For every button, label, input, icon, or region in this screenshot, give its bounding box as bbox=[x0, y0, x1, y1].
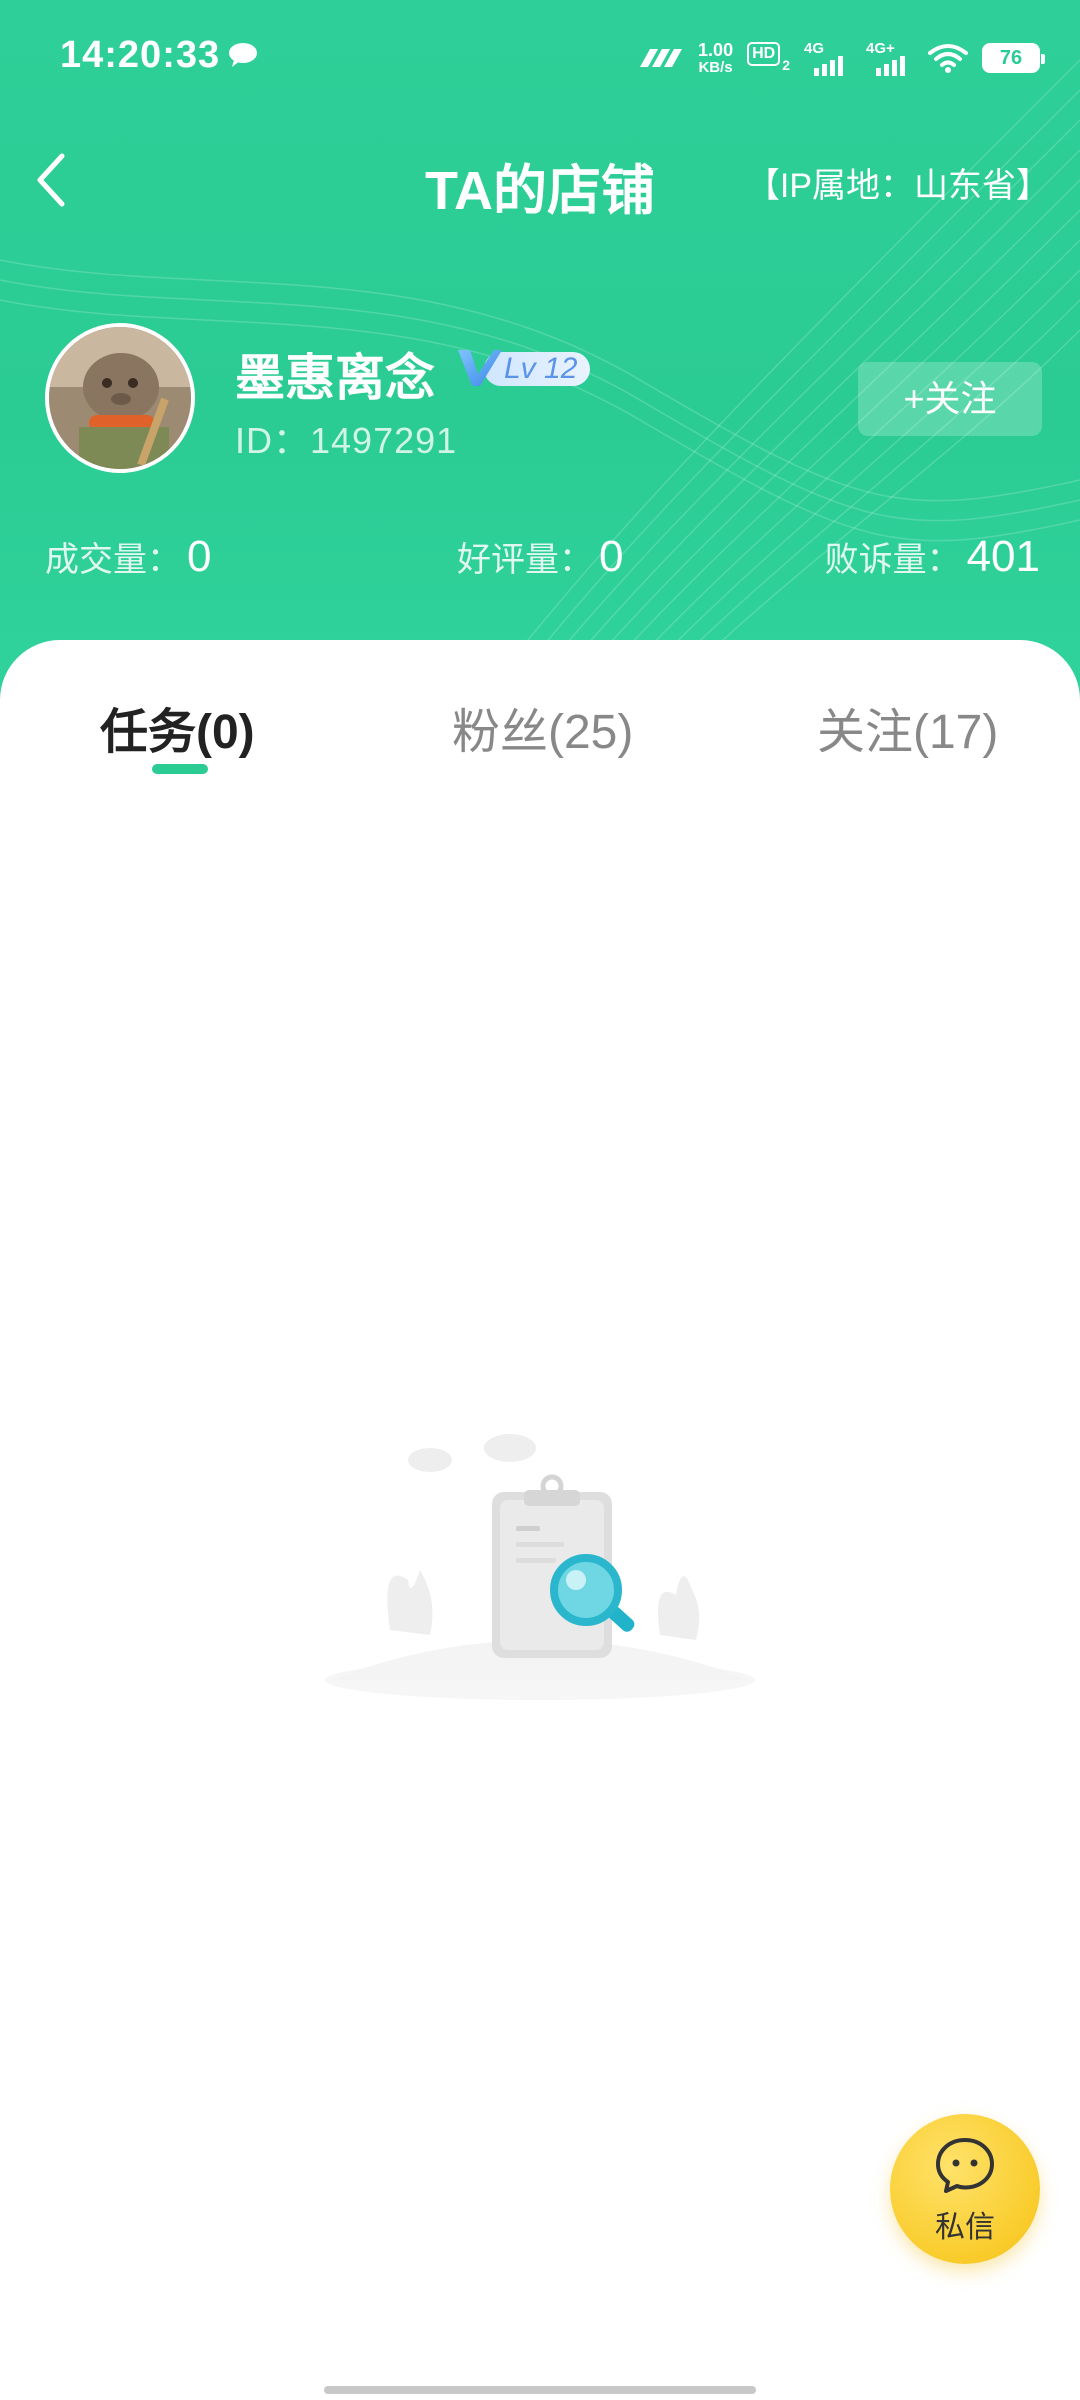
carrier-logo-icon bbox=[640, 49, 683, 67]
follow-button[interactable]: +关注 bbox=[858, 362, 1042, 436]
network-speed-value: 1.00 bbox=[698, 40, 734, 60]
home-indicator[interactable] bbox=[324, 2386, 756, 2394]
signal-2-icon: 4G+ bbox=[866, 40, 914, 76]
battery-indicator: 76 bbox=[982, 43, 1045, 73]
status-bar: 14:20:33 1.00 KB/s HD 2 4G 4G+ 76 bbox=[0, 0, 1080, 110]
hd-badge: HD bbox=[747, 42, 781, 66]
hd-sub: 2 bbox=[782, 57, 790, 73]
tab-fans[interactable]: 粉丝(25) bbox=[452, 692, 633, 762]
stat-good-value: 0 bbox=[599, 532, 624, 581]
tab-tasks[interactable]: 任务(0) bbox=[100, 692, 255, 762]
status-time: 14:20:33 bbox=[60, 34, 221, 76]
vip-level-badge: Lv 12 bbox=[456, 346, 592, 388]
wifi-icon bbox=[928, 44, 968, 73]
username: 墨惠离念 bbox=[235, 350, 435, 406]
stat-good-reviews: 好评量： 0 bbox=[457, 532, 623, 582]
user-id: ID：1497291 bbox=[235, 420, 458, 461]
active-tab-indicator bbox=[152, 764, 208, 774]
stat-good-label: 好评量： bbox=[457, 541, 593, 579]
network-speed: 1.00 KB/s bbox=[698, 40, 733, 76]
vip-v-icon bbox=[458, 350, 502, 386]
avatar[interactable] bbox=[45, 323, 195, 473]
stat-deals: 成交量： 0 bbox=[45, 532, 211, 582]
stat-complaints-label: 败诉量： bbox=[824, 541, 961, 579]
status-icons: 1.00 KB/s HD 2 4G 4G+ 76 bbox=[638, 36, 1045, 80]
empty-state-illustration bbox=[325, 1434, 755, 1700]
tab-follows[interactable]: 关注(17) bbox=[817, 692, 998, 762]
hd-indicator: HD 2 bbox=[747, 42, 790, 74]
signal-1-icon: 4G bbox=[804, 40, 852, 76]
signal-1-label: 4G bbox=[804, 40, 825, 57]
network-speed-unit: KB/s bbox=[698, 59, 733, 76]
signal-2-label: 4G+ bbox=[866, 40, 895, 57]
stat-complaints-value: 401 bbox=[966, 532, 1040, 581]
stat-complaints: 败诉量： 401 bbox=[825, 532, 1040, 582]
stat-deals-value: 0 bbox=[187, 532, 212, 581]
level-text: Lv 12 bbox=[504, 352, 578, 385]
stat-deals-label: 成交量： bbox=[45, 541, 181, 579]
private-message-button[interactable]: 私信 bbox=[890, 2114, 1040, 2264]
chat-notification-icon bbox=[229, 43, 257, 67]
chat-bubble-icon bbox=[936, 2138, 994, 2193]
ip-location: 【IP属地：山东省】 bbox=[745, 167, 1050, 205]
page: 14:20:33 1.00 KB/s HD 2 4G 4G+ 76 TA的店铺 … bbox=[0, 0, 1080, 2400]
private-message-label: 私信 bbox=[935, 2211, 995, 2244]
